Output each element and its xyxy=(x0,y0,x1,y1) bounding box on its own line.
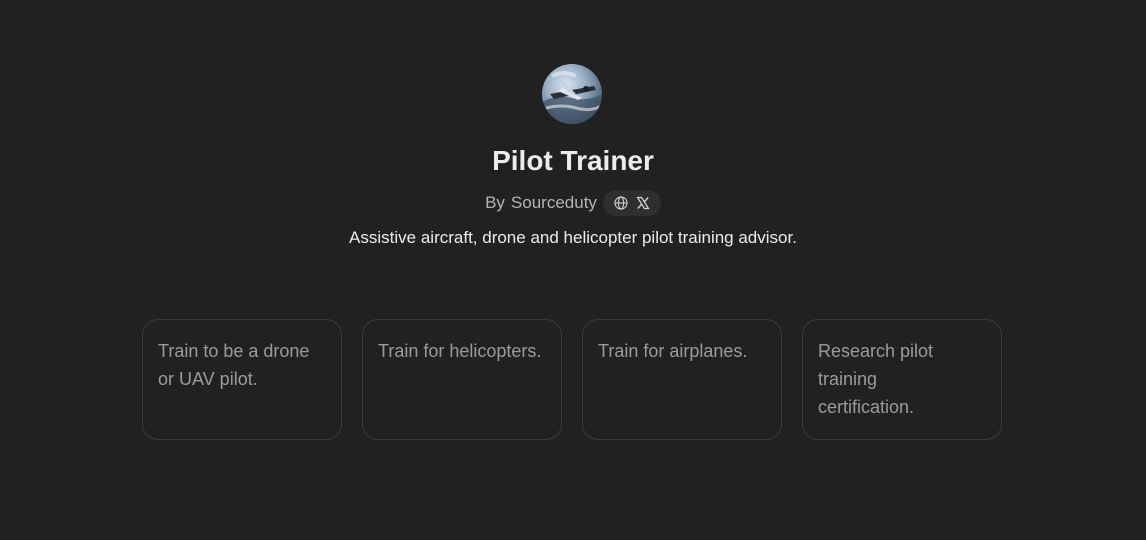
gpt-description: Assistive aircraft, drone and helicopter… xyxy=(349,228,797,247)
starter-label: Train for helicopters. xyxy=(378,341,542,361)
author-name: Sourceduty xyxy=(510,193,597,212)
x-icon[interactable] xyxy=(635,195,651,211)
conversation-starters: Train to be a drone or UAV pilot. Train … xyxy=(142,319,1002,440)
starter-card[interactable]: Train for helicopters. xyxy=(362,319,562,440)
starter-card[interactable]: Research pilot training certification. xyxy=(802,319,1002,440)
starter-card[interactable]: Train to be a drone or UAV pilot. xyxy=(142,319,342,440)
gpt-avatar xyxy=(542,64,602,124)
gpt-title: Pilot Trainer xyxy=(492,145,654,176)
author-line: By Sourceduty xyxy=(0,190,1146,216)
social-links xyxy=(602,190,661,216)
gpt-intro-page: Pilot Trainer By Sourceduty Assistive ai… xyxy=(0,0,1146,540)
author-prefix: By xyxy=(485,193,505,212)
globe-icon[interactable] xyxy=(613,195,629,211)
starter-label: Research pilot training certification. xyxy=(818,341,934,417)
starter-label: Train to be a drone or UAV pilot. xyxy=(158,341,310,389)
starter-card[interactable]: Train for airplanes. xyxy=(582,319,782,440)
starter-label: Train for airplanes. xyxy=(598,341,748,361)
airplane-image xyxy=(542,71,602,124)
